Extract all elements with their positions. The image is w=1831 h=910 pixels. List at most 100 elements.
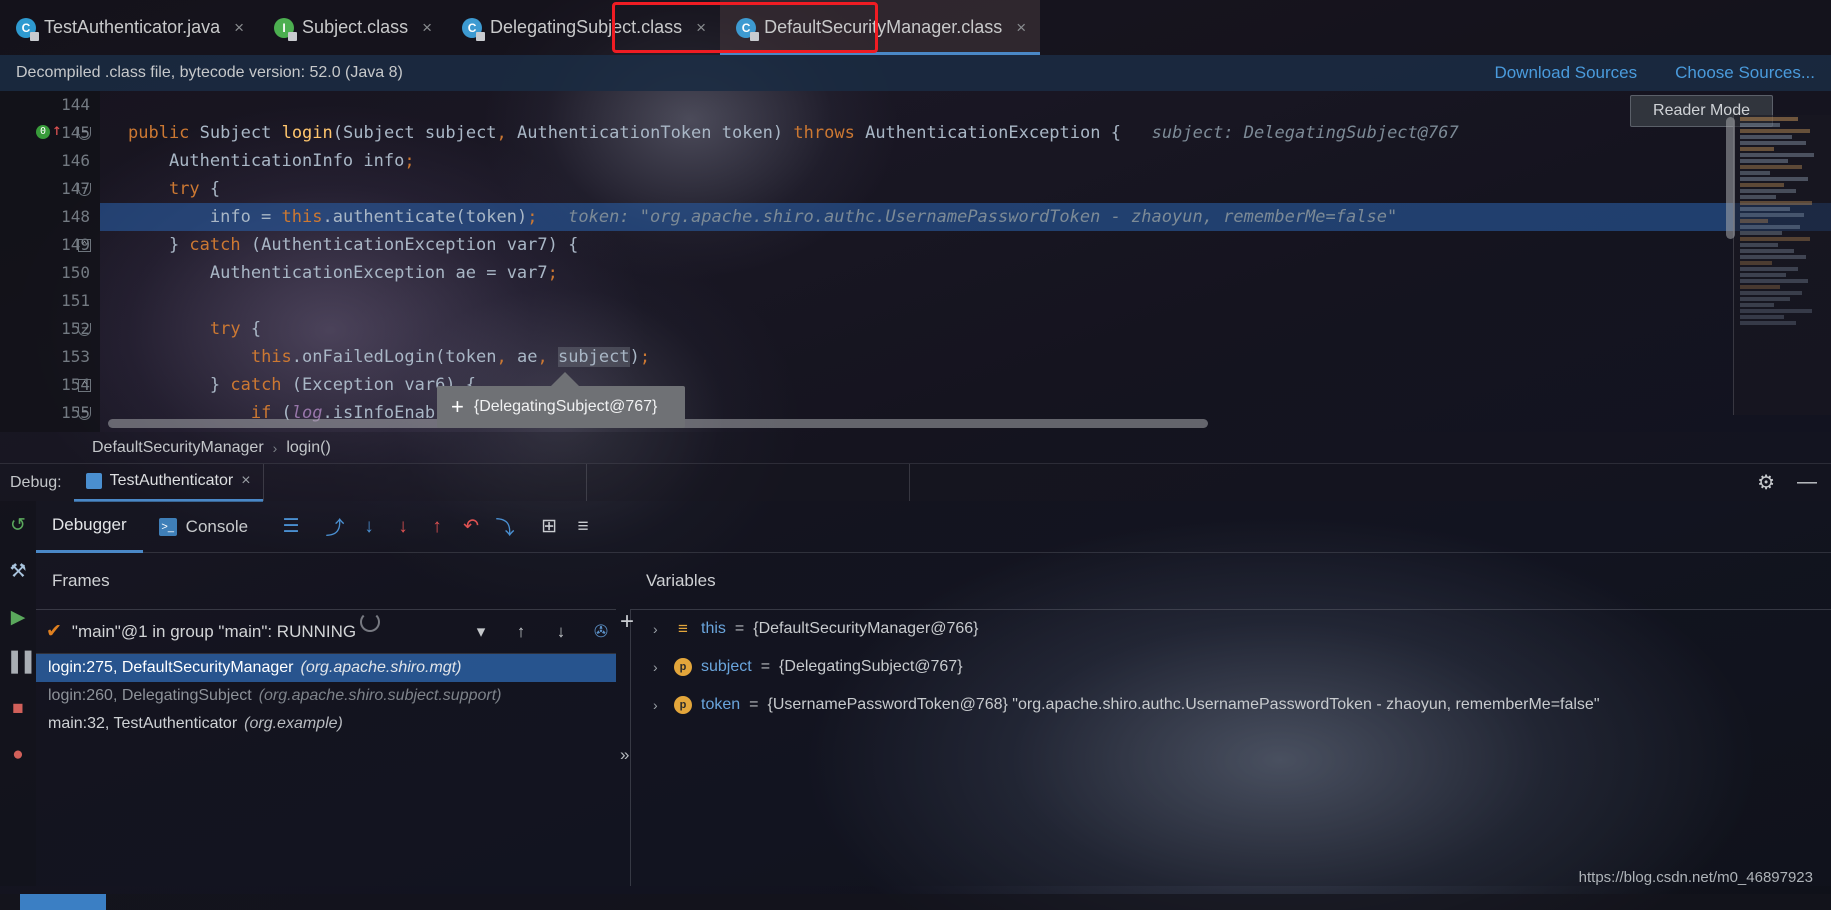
fold-icon[interactable]: − [78, 183, 91, 196]
gear-icon[interactable]: ⚙ [1757, 470, 1775, 495]
tab-debugger[interactable]: Debugger [36, 501, 143, 553]
breadcrumb-method[interactable]: login() [286, 439, 330, 457]
run-method-icon[interactable]: 0 [36, 125, 50, 139]
pause-program-icon[interactable]: ▐▐ [5, 651, 32, 675]
tab-console[interactable]: >_ Console [143, 501, 264, 553]
run-config-icon [85, 473, 102, 489]
variable-row[interactable]: › p token = {UsernamePasswordToken@768} … [631, 686, 1831, 724]
settings-wrench-icon[interactable]: ⚒ [6, 559, 30, 583]
interface-icon: I [274, 17, 298, 41]
code-editor[interactable]: 144 0 ↑ − 145 146 − 147 148 ⌃ 149 150 15… [0, 91, 1831, 432]
status-bar [0, 894, 1831, 910]
add-watch-button[interactable]: + [620, 608, 634, 636]
parameter-icon: p [674, 658, 692, 676]
thread-status-icon: ✔ [46, 621, 62, 642]
chevron-right-icon[interactable]: › [653, 659, 665, 675]
close-icon[interactable]: × [1016, 18, 1026, 38]
debug-session-name: TestAuthenticator [109, 472, 234, 489]
resume-program-icon[interactable]: ▶ [6, 605, 30, 629]
code-line: AuthenticationException ae = var7; [128, 263, 558, 283]
chevron-right-icon[interactable]: › [653, 621, 665, 637]
inlay-hint: token: "org.apache.shiro.authc.UsernameP… [568, 207, 1398, 227]
variable-value: {UsernamePasswordToken@768} "org.apache.… [767, 696, 1600, 713]
step-out-icon[interactable]: ↑ [420, 501, 454, 553]
chevron-right-icon: › [272, 439, 278, 456]
code-line: } catch (Exception var6) { [128, 375, 477, 395]
layout-settings-icon[interactable]: ☰ [274, 501, 308, 553]
code-line: try { [209, 319, 262, 339]
tab-debugger-label: Debugger [52, 515, 127, 534]
mute-breakpoints-icon[interactable]: ≡ [566, 501, 600, 553]
view-breakpoints-icon[interactable]: ● [6, 743, 30, 767]
editor-tab-1[interactable]: I Subject.class × [258, 0, 446, 55]
variable-value: {DelegatingSubject@767} [779, 658, 963, 675]
frames-panel[interactable]: ✔ "main"@1 in group "main": RUNNING ▾ ↑ … [36, 609, 616, 886]
step-into-icon[interactable]: ↓ [352, 501, 386, 553]
debug-tool-window-header: Debug: TestAuthenticator × ⚙ — [0, 463, 1831, 502]
editor-minimap[interactable] [1733, 115, 1831, 415]
code-line-current: info = this.authenticate(token); token: … [100, 203, 1831, 231]
editor-tab-label: DelegatingSubject.class [490, 17, 683, 37]
frame-up-icon[interactable]: ↑ [506, 622, 536, 642]
drop-frame-icon[interactable]: ↶ [454, 501, 488, 553]
close-icon[interactable]: × [234, 18, 244, 38]
frame-text: login:260, DelegatingSubject [48, 687, 252, 704]
chevron-right-icon[interactable]: › [653, 697, 665, 713]
code-line: } catch (AuthenticationException var7) { [128, 235, 579, 255]
frame-row[interactable]: main:32, TestAuthenticator (org.example) [36, 710, 616, 738]
thread-selector[interactable]: ✔ "main"@1 in group "main": RUNNING ▾ ↑ … [36, 610, 616, 654]
fold-icon[interactable]: ⌃ [78, 239, 91, 252]
editor-tab-2[interactable]: C DelegatingSubject.class × [446, 0, 720, 55]
editor-tab-label: DefaultSecurityManager.class [764, 17, 1003, 37]
editor-tab-bar: C TestAuthenticator.java × I Subject.cla… [0, 0, 1831, 55]
debugger-toolbar: Debugger >_ Console ☰ ⤴ ↓ ↓ ↑ ↶ ⤵ ⊞ ≡ [36, 501, 1831, 553]
rerun-icon[interactable]: ↺ [6, 513, 30, 537]
choose-sources-link[interactable]: Choose Sources... [1675, 63, 1815, 83]
close-icon[interactable]: × [696, 18, 706, 38]
editor-vertical-scrollbar[interactable] [1726, 117, 1735, 239]
breadcrumb[interactable]: DefaultSecurityManager › login() [0, 432, 1831, 463]
variables-title-label: Variables [646, 571, 716, 590]
minimize-icon[interactable]: — [1797, 471, 1817, 494]
filter-icon[interactable]: ✇ [586, 622, 616, 642]
gutter-line: − 155 [0, 399, 100, 427]
frame-row[interactable]: login:275, DefaultSecurityManager (org.a… [36, 654, 616, 682]
code-area[interactable]: public Subject login(Subject subject, Au… [100, 91, 1831, 432]
value-tooltip[interactable]: + {DelegatingSubject@767} [437, 372, 685, 428]
variables-panel[interactable]: › ≡ this = {DefaultSecurityManager@766} … [630, 609, 1831, 886]
gutter-line: − 152 [0, 315, 100, 343]
stop-icon[interactable]: ■ [6, 697, 30, 721]
chevron-down-icon[interactable]: ▾ [466, 622, 496, 642]
variable-row[interactable]: › ≡ this = {DefaultSecurityManager@766} [631, 610, 1831, 648]
gutter-line: 0 ↑ − 145 [0, 119, 100, 147]
close-icon[interactable]: × [241, 472, 250, 490]
editor-gutter[interactable]: 144 0 ↑ − 145 146 − 147 148 ⌃ 149 150 15… [0, 91, 100, 432]
variable-row[interactable]: › p subject = {DelegatingSubject@767} [631, 648, 1831, 686]
code-line: public Subject login(Subject subject, Au… [128, 123, 1459, 143]
breadcrumb-class[interactable]: DefaultSecurityManager [92, 439, 264, 457]
editor-tab-0[interactable]: C TestAuthenticator.java × [0, 0, 258, 55]
frame-down-icon[interactable]: ↓ [546, 622, 576, 642]
equals-sign: = [760, 658, 771, 675]
line-number: 151 [61, 291, 90, 310]
variable-name: this [701, 620, 726, 637]
close-icon[interactable]: × [422, 18, 432, 38]
variable-name: subject [701, 658, 752, 675]
expand-frames-button[interactable]: » [620, 745, 629, 765]
variables-panel-title: Variables [630, 553, 1730, 609]
download-sources-link[interactable]: Download Sources [1494, 63, 1637, 83]
frame-package: (org.example) [244, 715, 343, 732]
fold-icon[interactable]: − [78, 407, 91, 420]
fold-icon[interactable]: ⌃ [78, 379, 91, 392]
frames-panel-title: Frames [36, 553, 616, 609]
debug-session-tab[interactable]: TestAuthenticator × [73, 464, 263, 502]
fold-icon[interactable]: − [78, 127, 91, 140]
evaluate-expression-icon[interactable]: ⊞ [532, 501, 566, 553]
run-to-cursor-icon[interactable]: ⤵ [488, 501, 522, 553]
fold-icon[interactable]: − [78, 323, 91, 336]
frame-row[interactable]: login:260, DelegatingSubject (org.apache… [36, 682, 616, 710]
editor-tab-3-active[interactable]: C DefaultSecurityManager.class × [720, 0, 1041, 55]
force-step-into-icon[interactable]: ↓ [386, 501, 420, 553]
step-over-icon[interactable]: ⤴ [318, 501, 352, 553]
frames-title-label: Frames [52, 571, 110, 590]
